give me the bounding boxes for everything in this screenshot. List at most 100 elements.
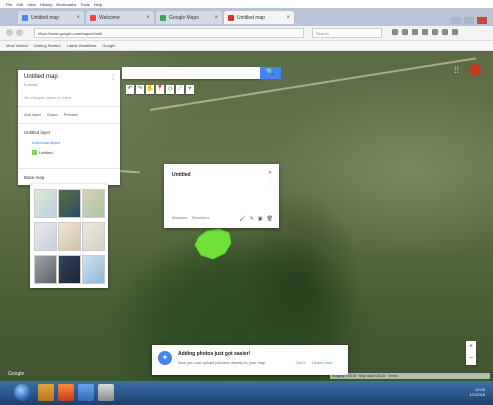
browser-toolbar (392, 29, 458, 35)
browser-tab-active[interactable]: Untitled map × (224, 11, 294, 24)
explorer-icon[interactable] (38, 384, 54, 401)
close-icon[interactable]: × (76, 15, 80, 21)
close-icon[interactable]: × (146, 15, 150, 21)
measure-link[interactable]: Measure (172, 215, 188, 220)
directions-link[interactable]: Directions (192, 215, 210, 220)
close-window-button[interactable] (477, 17, 487, 24)
basemap-thumb-water[interactable] (82, 255, 105, 284)
google-logo: Google (8, 371, 25, 377)
tab-label: Welcome (99, 14, 120, 21)
bookmark-item[interactable]: Getting Started (34, 43, 61, 48)
road-line (149, 57, 477, 111)
map-subtitle: 0 views (24, 82, 38, 87)
zoom-in-button[interactable]: + (466, 341, 476, 353)
url-input[interactable]: https://www.google.com/maps/d/edit (34, 28, 304, 38)
more-icon[interactable]: ⋮ (268, 180, 273, 186)
basemap-thumb-light[interactable] (34, 222, 57, 251)
panel-menu-icon[interactable]: ⋮ (110, 74, 116, 81)
home-icon[interactable] (422, 29, 428, 35)
share-button[interactable]: Share (47, 112, 58, 117)
basemap-thumb-terrain[interactable] (82, 189, 105, 218)
map-toolbar: ↶ ↷ ✋ 📍 ◇ ⟋ ⌖ (126, 85, 194, 94)
basemap-thumb-simple[interactable] (82, 222, 105, 251)
firefox-icon[interactable] (58, 384, 74, 401)
zoom-control: + − (466, 341, 476, 365)
draw-shape-icon[interactable]: ◇ (166, 85, 174, 94)
start-button[interactable] (14, 384, 31, 401)
style-icon[interactable]: 🖌 (239, 216, 245, 222)
browser-tab[interactable]: Google Maps × (156, 11, 222, 24)
measure-icon[interactable]: ⌖ (186, 85, 194, 94)
layer-style-link[interactable]: Individual styles (32, 140, 60, 145)
base-map-toggle[interactable]: Base map (24, 175, 44, 180)
polygon-swatch-icon (32, 150, 37, 155)
close-icon[interactable]: × (214, 15, 218, 21)
divider (18, 106, 120, 107)
map-search-button[interactable]: 🔍 (260, 67, 281, 79)
map-copyright: Imagery ©2016 · Map data ©2016 · Terms (330, 373, 490, 379)
undo-icon[interactable]: ↶ (126, 85, 134, 94)
add-layer-button[interactable]: Add layer (24, 112, 41, 117)
zoom-out-button[interactable]: − (466, 353, 476, 365)
browser-tab[interactable]: Untitled map × (18, 11, 84, 24)
bookmark-item[interactable]: Latest Headlines (67, 43, 97, 48)
bookmark-icon[interactable] (402, 29, 408, 35)
got-it-link[interactable]: Got it (296, 360, 306, 365)
app-icon[interactable] (98, 384, 114, 401)
close-icon[interactable]: × (286, 15, 290, 21)
maximize-button[interactable] (464, 17, 474, 24)
delete-icon[interactable]: 🗑 (267, 216, 273, 222)
save-status: All changes saved in Drive (24, 95, 72, 100)
info-icon: ✦ (158, 351, 172, 365)
drawn-polygon[interactable] (193, 227, 235, 261)
layer-feature-item[interactable]: Untitled (32, 150, 53, 155)
app-icon[interactable] (78, 384, 94, 401)
card-side-icons: ✕ ⋮ (268, 170, 273, 186)
download-icon[interactable] (412, 29, 418, 35)
satellite-map[interactable]: 🔍 ↶ ↷ ✋ 📍 ◇ ⟋ ⌖ Untitled map ⋮ 0 views A… (0, 51, 493, 381)
marker-icon[interactable]: 📍 (156, 85, 164, 94)
minimize-button[interactable] (451, 17, 461, 24)
edit-icon[interactable]: ✎ (250, 216, 254, 222)
panel-actions: Add layer Share Preview (24, 112, 78, 117)
basemap-thumb-grey[interactable] (34, 255, 57, 284)
apps-grid-icon[interactable]: ⁞⁞ (454, 65, 464, 75)
redo-icon[interactable]: ↷ (136, 85, 144, 94)
address-bar-row: https://www.google.com/maps/d/edit Searc… (0, 26, 493, 41)
layer-title[interactable]: Untitled layer (24, 130, 50, 135)
basemap-thumb-dark[interactable] (58, 255, 81, 284)
back-button[interactable] (6, 29, 13, 36)
bookmark-item[interactable]: Most Visited (6, 43, 28, 48)
favicon-icon (22, 14, 28, 21)
pan-icon[interactable]: ✋ (146, 85, 154, 94)
draw-line-icon[interactable]: ⟋ (176, 85, 184, 94)
learn-more-link[interactable]: Learn more (312, 360, 332, 365)
browser-tab[interactable]: Welcome × (86, 11, 154, 24)
photo-icon[interactable]: ▣ (258, 216, 263, 222)
addon-icon[interactable] (442, 29, 448, 35)
preview-button[interactable]: Preview (64, 112, 78, 117)
map-title[interactable]: Untitled map (24, 74, 58, 80)
forward-button[interactable] (16, 29, 23, 36)
feature-title[interactable]: Untitled (172, 172, 191, 178)
map-search-input[interactable] (122, 67, 260, 79)
system-clock[interactable]: 12:00 1/1/2016 (469, 387, 485, 397)
basemap-thumb-mono[interactable] (58, 222, 81, 251)
photos-toast: ✦ Adding photos just got easier! Now you… (152, 345, 348, 375)
tab-label: Untitled map (31, 14, 60, 21)
basemap-thumb-map[interactable] (34, 189, 57, 218)
bookmark-item[interactable]: Google (102, 43, 115, 48)
search-input[interactable]: Search (312, 28, 382, 38)
basemap-thumb-satellite[interactable] (58, 189, 81, 218)
menu-icon[interactable] (452, 29, 458, 35)
tab-label: Untitled map (237, 14, 266, 21)
avatar[interactable] (469, 64, 481, 76)
layer-item-label: Untitled (39, 150, 53, 155)
feature-info-card: Untitled ✕ ⋮ Measure Directions 🖌 ✎ ▣ 🗑 (164, 164, 279, 228)
star-icon[interactable] (392, 29, 398, 35)
favicon-icon (160, 14, 166, 21)
favicon-icon (228, 14, 234, 21)
pocket-icon[interactable] (432, 29, 438, 35)
divider (18, 123, 120, 124)
close-icon[interactable]: ✕ (268, 170, 273, 176)
